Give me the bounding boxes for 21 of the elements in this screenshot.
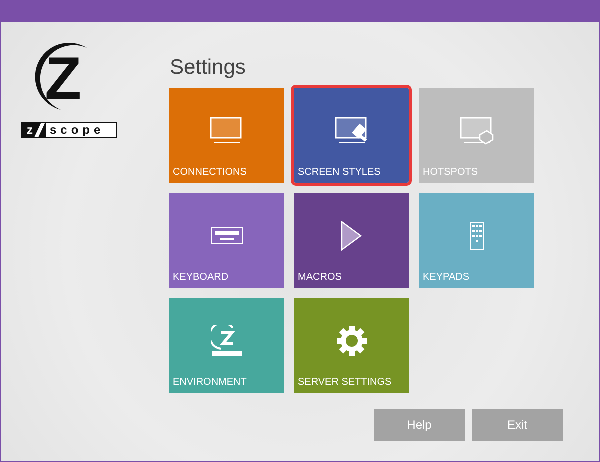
settings-tile[interactable]: KEYPADS [419, 193, 534, 288]
play-icon [340, 220, 362, 250]
logo-letter: Z [45, 49, 82, 109]
settings-tile[interactable]: MACROS [294, 193, 409, 288]
gear-icon [336, 324, 368, 356]
exit-button[interactable]: Exit [472, 409, 563, 441]
keyboard-icon [210, 227, 242, 244]
help-button[interactable]: Help [374, 409, 465, 441]
monitor-icon [210, 116, 244, 144]
logo-badge: z scope [21, 122, 117, 138]
settings-tile[interactable]: SCREEN STYLES [294, 88, 409, 183]
circle-logo-icon [210, 324, 242, 356]
settings-tile[interactable]: SERVER SETTINGS [294, 298, 409, 393]
settings-tile[interactable]: CONNECTIONS [169, 88, 284, 183]
settings-tile[interactable]: HOTSPOTS [419, 88, 534, 183]
keypad-icon [470, 222, 484, 250]
monitor-key-icon [460, 116, 494, 144]
monitor-brush-icon [334, 116, 368, 144]
settings-tile[interactable]: KEYBOARD [169, 193, 284, 288]
settings-tile[interactable]: ENVIRONMENT [169, 298, 284, 393]
page-title: Settings [170, 56, 247, 81]
